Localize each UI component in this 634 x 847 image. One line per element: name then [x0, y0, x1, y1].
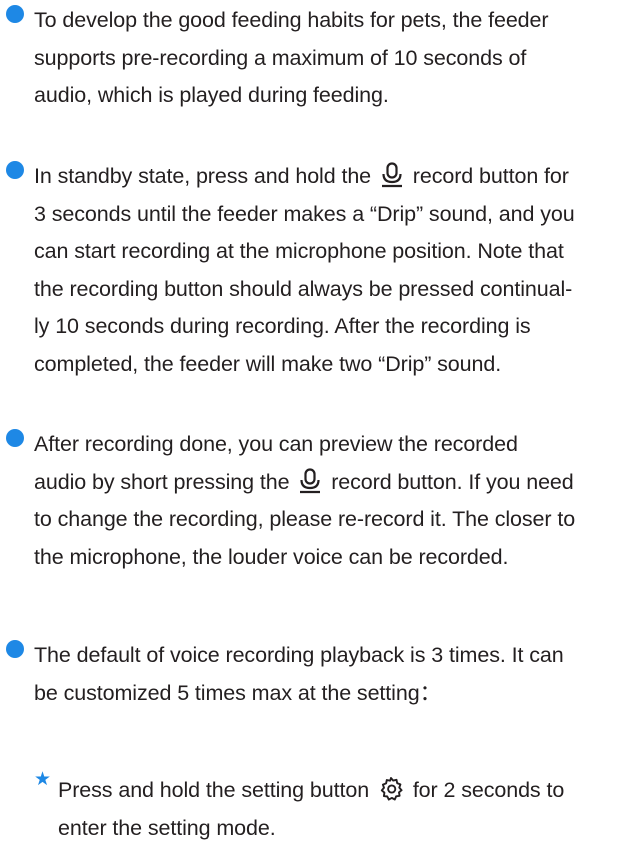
- bullet-preview-recording: After recording done, you can preview th…: [6, 426, 632, 576]
- text-line: Press and hold the setting button for 2 …: [58, 772, 632, 810]
- bullet-text: After recording done, you can preview th…: [34, 426, 632, 576]
- bullet-text: In standby state, press and hold the rec…: [34, 158, 632, 383]
- text-line: audio by short pressing the record butto…: [34, 464, 632, 502]
- sub-bullet-setting-mode: ★ Press and hold the setting button for …: [34, 772, 632, 847]
- text-line: can start recording at the microphone po…: [34, 233, 632, 271]
- text-segment: Press and hold the setting button: [58, 778, 369, 802]
- microphone-icon: [298, 468, 322, 494]
- text-line: audio, which is played during feeding.: [34, 77, 632, 115]
- star-icon: ★: [34, 770, 51, 790]
- text-line: enter the setting mode.: [58, 810, 632, 847]
- text-line: ly 10 seconds during recording. After th…: [34, 308, 632, 346]
- sub-bullet-text: Press and hold the setting button for 2 …: [58, 772, 632, 847]
- bullet-dot: [6, 640, 24, 658]
- text-segment: for 2 seconds to: [413, 778, 564, 802]
- text-line: to change the recording, please re-recor…: [34, 501, 632, 539]
- text-line: 3 seconds until the feeder makes a “Drip…: [34, 196, 632, 234]
- text-segment: record button. If you need: [331, 470, 573, 494]
- text-line: supports pre-recording a maximum of 10 s…: [34, 40, 632, 78]
- text-line: the microphone, the louder voice can be …: [34, 539, 632, 577]
- text-segment: audio by short pressing the: [34, 470, 289, 494]
- bullet-text: To develop the good feeding habits for p…: [34, 2, 632, 115]
- bullet-dot: [6, 5, 24, 23]
- bullet-playback-default: The default of voice recording playback …: [6, 637, 632, 712]
- text-line: the recording button should always be pr…: [34, 271, 632, 309]
- bullet-text: The default of voice recording playback …: [34, 637, 632, 712]
- gear-icon: [378, 776, 404, 802]
- microphone-icon: [380, 162, 404, 188]
- bullet-dot: [6, 161, 24, 179]
- bullet-standby-recording: In standby state, press and hold the rec…: [6, 158, 632, 383]
- text-segment: In standby state, press and hold the: [34, 164, 371, 188]
- text-line: The default of voice recording playback …: [34, 637, 632, 675]
- text-line: To develop the good feeding habits for p…: [34, 2, 632, 40]
- bullet-feeding-habits: To develop the good feeding habits for p…: [6, 2, 632, 115]
- text-line: be customized 5 times max at the setting…: [34, 675, 632, 713]
- bullet-dot: [6, 429, 24, 447]
- text-segment: record button for: [413, 164, 569, 188]
- text-line: After recording done, you can preview th…: [34, 426, 632, 464]
- text-line: In standby state, press and hold the rec…: [34, 158, 632, 196]
- instruction-page: To develop the good feeding habits for p…: [0, 0, 634, 840]
- text-line: completed, the feeder will make two “Dri…: [34, 346, 632, 384]
